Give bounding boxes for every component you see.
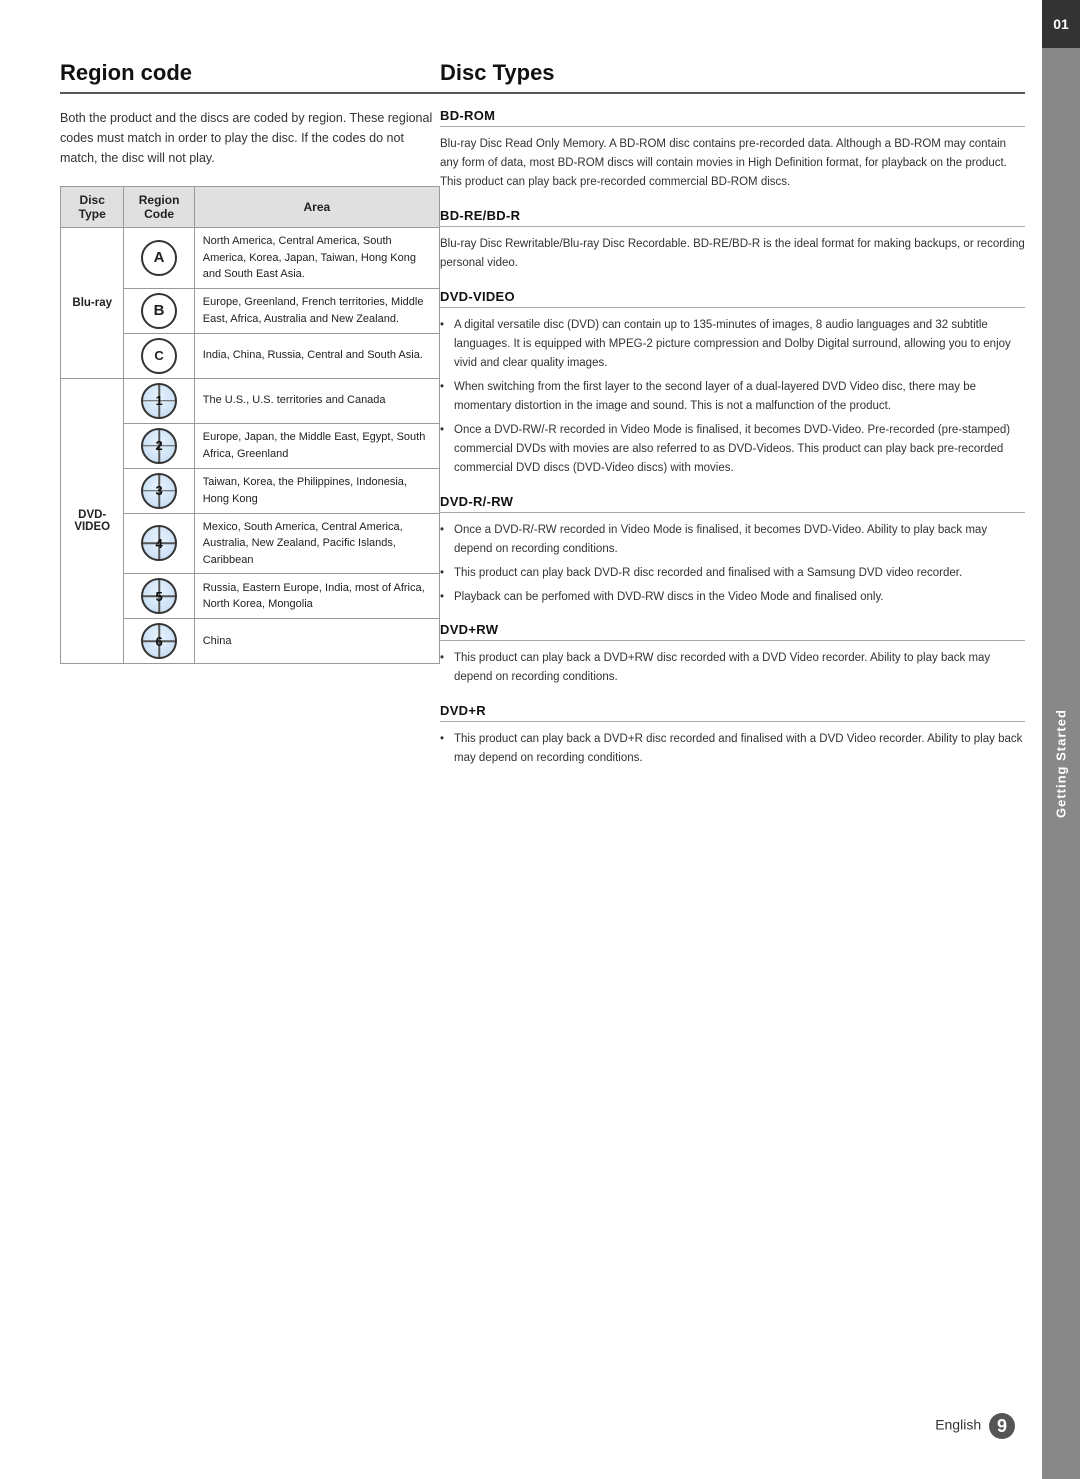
region-icon-c-cell: C — [124, 333, 194, 378]
list-item: This product can play back a DVD+RW disc… — [440, 649, 1025, 687]
region-icon-2-cell: 2 — [124, 423, 194, 468]
bd-re-bd-r-text: Blu-ray Disc Rewritable/Blu-ray Disc Rec… — [440, 235, 1025, 273]
globe-number-2: 2 — [155, 438, 162, 453]
dvd-video-heading: DVD-VIDEO — [440, 289, 1025, 308]
globe-number-1: 1 — [155, 393, 162, 408]
region-icon-b-cell: B — [124, 288, 194, 333]
left-column: Region code Both the product and the dis… — [60, 60, 440, 1419]
page: Region code Both the product and the dis… — [0, 0, 1080, 1479]
disc-types-title: Disc Types — [440, 60, 1025, 94]
list-item: Once a DVD-R/-RW recorded in Video Mode … — [440, 521, 1025, 559]
dvd-plus-r-list: This product can play back a DVD+R disc … — [440, 730, 1025, 768]
region-icon-3-cell: 3 — [124, 468, 194, 513]
region-icon-2: 2 — [141, 428, 177, 464]
list-item: This product can play back DVD-R disc re… — [440, 564, 1025, 583]
disc-section-dvd-video: DVD-VIDEO A digital versatile disc (DVD)… — [440, 289, 1025, 478]
footer: English 9 — [935, 1413, 1015, 1439]
table-row: DVD-VIDEO 1 The U.S., U.S. territories a… — [61, 378, 440, 423]
disc-section-bd-rom: BD-ROM Blu-ray Disc Read Only Memory. A … — [440, 108, 1025, 192]
disc-section-dvd-r-rw: DVD-R/-RW Once a DVD-R/-RW recorded in V… — [440, 494, 1025, 607]
list-item: This product can play back a DVD+R disc … — [440, 730, 1025, 768]
disc-type-bluray: Blu-ray — [61, 228, 124, 379]
disc-section-dvd-plus-rw: DVD+RW This product can play back a DVD+… — [440, 622, 1025, 687]
region-icon-3: 3 — [141, 473, 177, 509]
list-item: Once a DVD-RW/-R recorded in Video Mode … — [440, 421, 1025, 478]
area-4: Mexico, South America, Central America, … — [194, 513, 439, 574]
table-header-region-code: Region Code — [124, 187, 194, 228]
list-item: A digital versatile disc (DVD) can conta… — [440, 316, 1025, 373]
area-1: The U.S., U.S. territories and Canada — [194, 378, 439, 423]
bd-rom-heading: BD-ROM — [440, 108, 1025, 127]
region-icon-6: 6 — [141, 623, 177, 659]
dvd-r-rw-list: Once a DVD-R/-RW recorded in Video Mode … — [440, 521, 1025, 607]
globe-number-5: 5 — [155, 589, 162, 604]
area-c: India, China, Russia, Central and South … — [194, 333, 439, 378]
chapter-number: 01 — [1042, 0, 1080, 48]
disc-type-dvd-video: DVD-VIDEO — [61, 378, 124, 664]
dvd-plus-r-heading: DVD+R — [440, 703, 1025, 722]
list-item: When switching from the first layer to t… — [440, 378, 1025, 416]
area-a: North America, Central America, South Am… — [194, 228, 439, 289]
dvd-video-list: A digital versatile disc (DVD) can conta… — [440, 316, 1025, 478]
page-number: 9 — [989, 1413, 1015, 1439]
region-code-title: Region code — [60, 60, 440, 94]
area-b: Europe, Greenland, French territories, M… — [194, 288, 439, 333]
disc-section-dvd-plus-r: DVD+R This product can play back a DVD+R… — [440, 703, 1025, 768]
dvd-r-rw-heading: DVD-R/-RW — [440, 494, 1025, 513]
footer-language: English — [935, 1417, 981, 1433]
region-icon-5-cell: 5 — [124, 574, 194, 619]
region-icon-1: 1 — [141, 383, 177, 419]
region-code-table: Disc Type Region Code Area Blu-ray A Nor… — [60, 186, 440, 664]
area-3: Taiwan, Korea, the Philippines, Indonesi… — [194, 468, 439, 513]
disc-section-bd-re-bd-r: BD-RE/BD-R Blu-ray Disc Rewritable/Blu-r… — [440, 208, 1025, 273]
area-2: Europe, Japan, the Middle East, Egypt, S… — [194, 423, 439, 468]
region-icon-a-cell: A — [124, 228, 194, 289]
dvd-plus-rw-heading: DVD+RW — [440, 622, 1025, 641]
region-icon-1-cell: 1 — [124, 378, 194, 423]
chapter-label: Getting Started — [1042, 48, 1080, 1479]
globe-number-6: 6 — [155, 634, 162, 649]
area-5: Russia, Eastern Europe, India, most of A… — [194, 574, 439, 619]
region-icon-a: A — [141, 240, 177, 276]
area-6: China — [194, 619, 439, 664]
table-header-disc-type: Disc Type — [61, 187, 124, 228]
region-code-intro: Both the product and the discs are coded… — [60, 108, 440, 168]
bd-re-bd-r-heading: BD-RE/BD-R — [440, 208, 1025, 227]
globe-number-3: 3 — [155, 483, 162, 498]
region-icon-4-cell: 4 — [124, 513, 194, 574]
table-header-area: Area — [194, 187, 439, 228]
dvd-plus-rw-list: This product can play back a DVD+RW disc… — [440, 649, 1025, 687]
region-icon-4: 4 — [141, 525, 177, 561]
bd-rom-text: Blu-ray Disc Read Only Memory. A BD-ROM … — [440, 135, 1025, 192]
region-icon-6-cell: 6 — [124, 619, 194, 664]
side-tab: 01 Getting Started — [1042, 0, 1080, 1479]
region-icon-c: C — [141, 338, 177, 374]
region-icon-5: 5 — [141, 578, 177, 614]
right-column: Disc Types BD-ROM Blu-ray Disc Read Only… — [440, 60, 1025, 1419]
table-row: Blu-ray A North America, Central America… — [61, 228, 440, 289]
globe-number-4: 4 — [155, 536, 162, 551]
list-item: Playback can be perfomed with DVD-RW dis… — [440, 588, 1025, 607]
region-icon-b: B — [141, 293, 177, 329]
